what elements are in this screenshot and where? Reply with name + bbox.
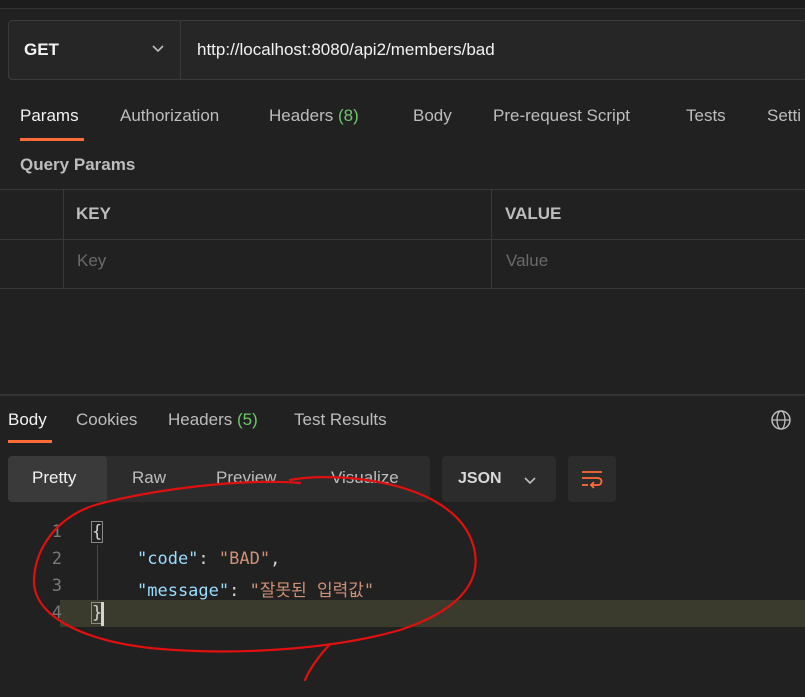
response-tab-cookies[interactable]: Cookies [76,410,137,430]
view-mode-preview[interactable]: Preview [216,468,276,488]
tab-headers[interactable]: Headers (8) [269,106,359,126]
response-tab-body[interactable]: Body [8,410,47,430]
text-cursor [101,602,104,626]
tab-headers-count: (8) [338,106,359,125]
json-key: "code" [137,549,199,569]
tab-params[interactable]: Params [20,106,79,126]
url-input[interactable]: http://localhost:8080/api2/members/bad [197,40,495,60]
view-mode-visualize[interactable]: Visualize [331,468,399,488]
query-params-title: Query Params [20,155,136,174]
table-divider [63,189,64,289]
red-circle-annotation [32,476,477,682]
wrap-lines-icon[interactable] [580,467,604,491]
tab-authorization[interactable]: Authorization [120,106,219,126]
column-header-value: VALUE [505,204,562,223]
active-tab-underline [20,138,84,141]
line-number: 1 [51,522,62,542]
method-label[interactable]: GET [24,40,59,60]
globe-icon[interactable] [770,409,792,431]
tab-settings[interactable]: Setti [767,106,801,126]
tab-headers-label: Headers [269,106,334,125]
table-border-header [0,239,805,240]
tab-tests[interactable]: Tests [686,106,726,126]
column-header-key: KEY [76,204,111,223]
value-input[interactable]: Value [506,251,548,271]
response-tab-test-results[interactable]: Test Results [294,410,387,430]
response-tab-headers[interactable]: Headers (5) [168,410,258,430]
active-response-tab-underline [8,440,52,443]
tab-pre-request-script[interactable]: Pre-request Script [493,106,630,126]
table-border-bottom [0,288,805,289]
key-input[interactable]: Key [77,251,106,271]
response-pane-divider[interactable] [0,394,805,396]
response-tab-headers-count: (5) [237,410,258,429]
format-select-label[interactable]: JSON [458,470,502,488]
table-divider [491,189,492,289]
json-value: "BAD" [218,549,271,569]
indent-guide [97,545,98,600]
json-line: "code": "BAD", [137,549,281,569]
line-number: 2 [51,549,62,569]
view-mode-pretty[interactable]: Pretty [32,468,76,488]
json-key: "message" [137,581,230,601]
json-line: "message": "잘못된 입력값" [137,581,375,601]
line-number: 3 [51,576,62,596]
view-mode-raw[interactable]: Raw [132,468,166,488]
response-tab-headers-label: Headers [168,410,233,429]
json-open-brace: { [90,521,104,543]
current-line-highlight [60,600,805,627]
chevron-down-icon[interactable] [522,472,538,488]
json-value: "잘못된 입력값" [249,581,375,601]
json-comma: , [270,549,281,569]
window-top-strip [0,0,805,9]
tab-body[interactable]: Body [413,106,452,126]
chevron-down-icon[interactable] [150,40,166,56]
line-number: 4 [51,603,62,623]
table-border-top [0,189,805,190]
